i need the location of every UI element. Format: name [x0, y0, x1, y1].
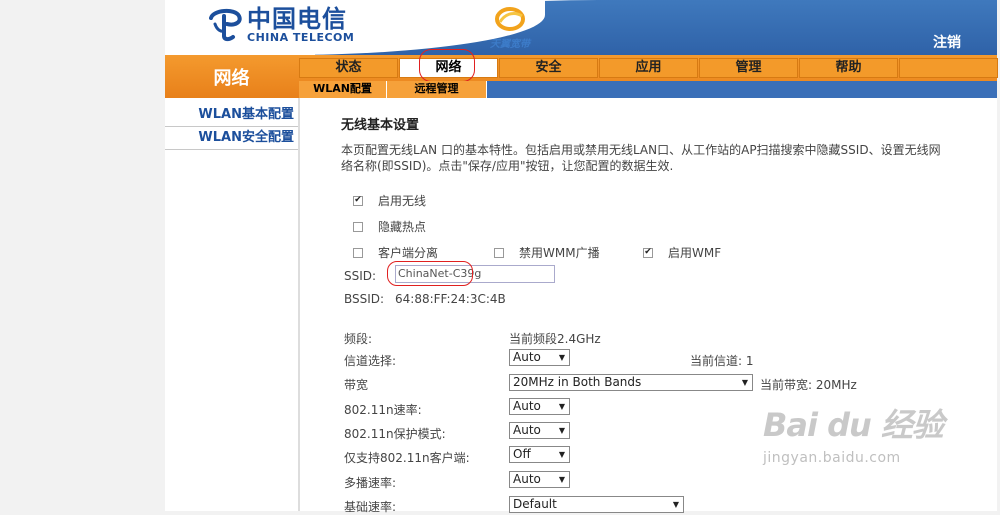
channel-label: 信道选择: [344, 354, 397, 368]
disable-wmm-broadcast-label: 禁用WMM广播 [519, 246, 600, 260]
only-11n-select[interactable]: Off ▼ [509, 446, 570, 463]
tab-empty [899, 58, 998, 78]
left-margin [0, 0, 165, 511]
chevron-down-icon: ▼ [741, 378, 748, 387]
chevron-down-icon: ▼ [558, 450, 565, 459]
annotation-circle-ssid [387, 261, 473, 286]
enable-wmf-checkbox[interactable] [643, 247, 653, 258]
enable-wireless-label: 启用无线 [378, 194, 427, 208]
logo-english-text: CHINA TELECOM [247, 31, 355, 44]
tab-management[interactable]: 管理 [699, 58, 798, 78]
watermark-main-text: Bai du 经验 [763, 406, 944, 444]
rate-11n-selected: Auto [513, 399, 541, 413]
tab-status[interactable]: 状态 [299, 58, 398, 78]
bandwidth-label: 带宽 [344, 378, 369, 392]
bandwidth-select[interactable]: 20MHz in Both Bands ▼ [509, 374, 753, 391]
sub-nav-tabs: WLAN配置 远程管理 [299, 81, 997, 98]
band-value: 当前频段2.4GHz [509, 332, 601, 346]
enable-wmf-label: 启用WMF [668, 246, 722, 260]
basic-rate-select[interactable]: Default ▼ [509, 496, 684, 513]
enable-wireless-row: 启用无线 [341, 192, 426, 209]
bssid-label: BSSID: [344, 292, 385, 306]
page-title: 无线基本设置 [341, 118, 420, 133]
tianyi-text: 天翼宽带 [490, 39, 530, 50]
protection-11n-label: 802.11n保护模式: [344, 427, 446, 441]
bandwidth-selected: 20MHz in Both Bands [513, 375, 642, 389]
hide-ap-row: 隐藏热点 [341, 218, 426, 235]
hide-ap-checkbox[interactable] [353, 221, 363, 232]
section-title: 网络 [213, 67, 250, 89]
sidebar: WLAN基本配置 WLAN安全配置 [165, 104, 298, 511]
protection-11n-selected: Auto [513, 423, 541, 437]
multicast-rate-selected: Auto [513, 472, 541, 486]
rate-11n-label: 802.11n速率: [344, 403, 422, 417]
tianyi-broadband-logo: 天翼宽带 [485, 6, 535, 50]
chevron-down-icon: ▼ [558, 426, 565, 435]
hide-ap-label: 隐藏热点 [378, 220, 427, 234]
chevron-down-icon: ▼ [558, 402, 565, 411]
chevron-down-icon: ▼ [558, 475, 565, 484]
annotation-circle-network-tab [419, 49, 475, 82]
channel-selected: Auto [513, 350, 541, 364]
current-bandwidth: 当前带宽: 20MHz [760, 378, 857, 392]
header-banner: 中国电信 CHINA TELECOM 天翼宽带 注销 [165, 0, 997, 55]
basic-rate-label: 基础速率: [344, 500, 397, 514]
current-channel: 当前信道: 1 [690, 354, 754, 368]
tab-applications[interactable]: 应用 [599, 58, 698, 78]
only-11n-selected: Off [513, 447, 531, 461]
page-description: 本页配置无线LAN 口的基本特性。包括启用或禁用无线LAN口、从工作站的AP扫描… [341, 143, 941, 173]
disable-wmm-broadcast-row: 禁用WMM广播 [494, 244, 600, 261]
watermark-url-text: jingyan.baidu.com [763, 450, 901, 466]
subtab-wlan-config[interactable]: WLAN配置 [299, 81, 387, 98]
client-isolation-checkbox[interactable] [353, 247, 363, 258]
main-content: 无线基本设置 本页配置无线LAN 口的基本特性。包括启用或禁用无线LAN口、从工… [341, 114, 961, 514]
chevron-down-icon: ▼ [672, 500, 679, 509]
logout-link[interactable]: 注销 [933, 32, 961, 52]
ssid-label: SSID: [344, 269, 377, 283]
sidebar-divider [298, 98, 300, 511]
sidebar-item-wlan-security[interactable]: WLAN安全配置 [165, 127, 298, 150]
channel-select[interactable]: Auto ▼ [509, 349, 570, 366]
enable-wmf-row: 启用WMF [643, 244, 721, 261]
client-isolation-row: 客户端分离 [341, 244, 438, 261]
subtab-remote-management[interactable]: 远程管理 [387, 81, 487, 98]
logo-chinese-text: 中国电信 [247, 4, 347, 33]
only-11n-label: 仅支持802.11n客户端: [344, 451, 470, 465]
main-nav-tabs: 状态 网络 安全 应用 管理 帮助 [299, 58, 999, 78]
sidebar-item-wlan-basic[interactable]: WLAN基本配置 [165, 104, 298, 127]
enable-wireless-checkbox[interactable] [353, 195, 363, 206]
rate-11n-select[interactable]: Auto ▼ [509, 398, 570, 415]
tab-help[interactable]: 帮助 [799, 58, 898, 78]
basic-rate-selected: Default [513, 497, 557, 511]
tianyi-swirl-icon [495, 7, 525, 31]
china-telecom-logo-icon [209, 9, 242, 42]
band-label: 频段: [344, 332, 373, 346]
multicast-rate-select[interactable]: Auto ▼ [509, 471, 570, 488]
client-isolation-label: 客户端分离 [378, 246, 439, 260]
baidu-jingyan-watermark: Bai du 经验 jingyan.baidu.com [763, 400, 944, 490]
bssid-value: 64:88:FF:24:3C:4B [395, 292, 506, 306]
china-telecom-logo: 中国电信 CHINA TELECOM [205, 6, 354, 44]
protection-11n-select[interactable]: Auto ▼ [509, 422, 570, 439]
disable-wmm-broadcast-checkbox[interactable] [494, 247, 504, 258]
tab-security[interactable]: 安全 [499, 58, 598, 78]
multicast-rate-label: 多播速率: [344, 476, 397, 490]
chevron-down-icon: ▼ [558, 353, 565, 362]
